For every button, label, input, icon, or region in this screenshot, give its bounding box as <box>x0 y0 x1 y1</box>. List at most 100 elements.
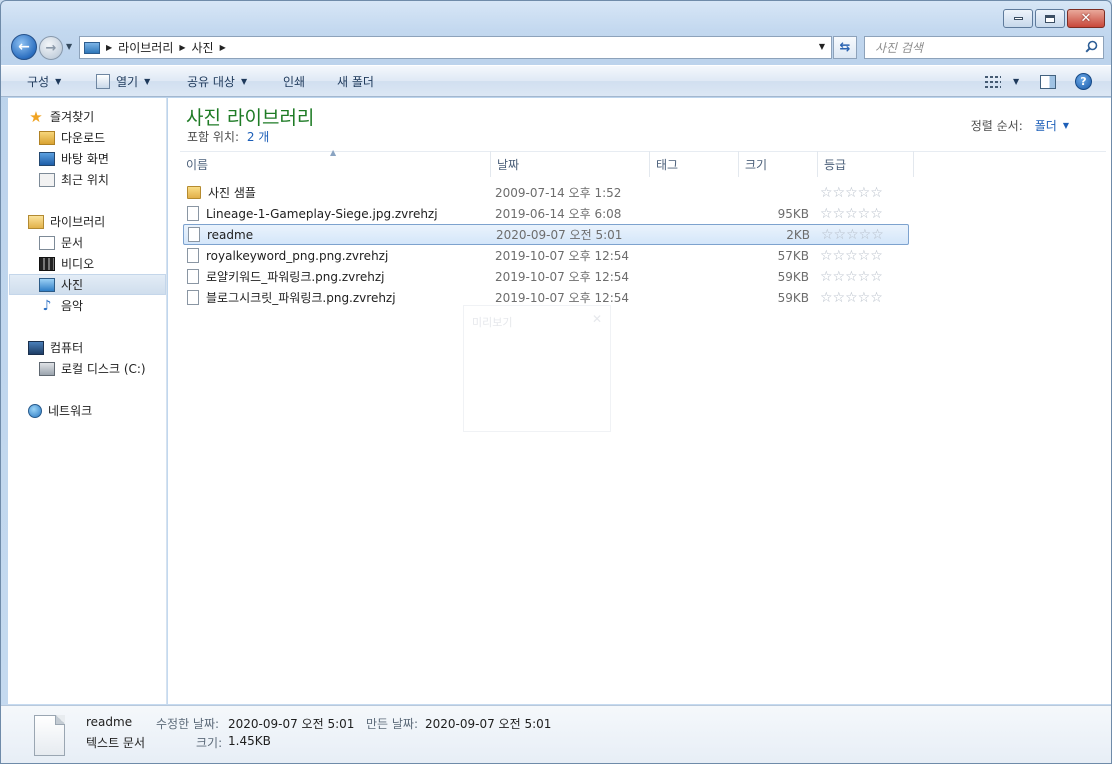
details-created-value: 2020-09-07 오전 5:01 <box>425 717 552 731</box>
close-button[interactable]: ✕ <box>1067 9 1105 28</box>
help-button[interactable]: ? <box>1075 66 1092 97</box>
preview-pane-button[interactable] <box>1040 66 1056 97</box>
file-date: 2020-09-07 오전 5:01 <box>496 228 623 242</box>
chevron-down-icon: ▼ <box>240 77 248 86</box>
nav-videos-label: 비디오 <box>61 257 95 271</box>
help-icon: ? <box>1075 73 1092 90</box>
address-bar[interactable]: ▶ 라이브러리 ▶ 사진 ▶ ▼ <box>79 36 832 59</box>
nav-videos[interactable]: 비디오 <box>39 253 166 274</box>
column-header-size[interactable]: 크기 <box>739 151 817 177</box>
file-row[interactable]: royalkeyword_png.png.zvrehzj 2019-10-07 … <box>183 245 909 266</box>
nav-pictures[interactable]: 사진 <box>9 274 166 295</box>
network-icon <box>28 403 42 418</box>
file-row[interactable]: 로얄키워드_파워링크.png.zvrehzj 2019-10-07 오후 12:… <box>183 266 909 287</box>
share-label: 공유 대상 <box>187 75 235 89</box>
recent-pages-dropdown[interactable]: ▼ <box>66 42 72 51</box>
organize-button[interactable]: 구성 ▼ <box>27 66 61 97</box>
library-includes: 포함 위치: 2 개 <box>187 128 269 145</box>
search-input[interactable] <box>875 40 1075 55</box>
computer-icon <box>28 340 44 355</box>
refresh-button[interactable]: ⇆ <box>833 36 857 59</box>
file-name-cell: 사진 샘플 <box>187 182 256 203</box>
open-icon <box>96 74 110 89</box>
rating-stars[interactable]: ☆☆☆☆☆ <box>820 287 883 308</box>
nav-computer[interactable]: 컴퓨터 <box>28 337 166 358</box>
faded-popup: 미리보기 ✕ <box>463 305 611 432</box>
share-button[interactable]: 공유 대상 ▼ <box>187 66 247 97</box>
column-header-tags[interactable]: 태그 <box>650 151 738 177</box>
nav-libraries[interactable]: 라이브러리 <box>28 211 166 232</box>
open-label: 열기 <box>116 75 139 89</box>
chevron-down-icon: ▼ <box>1062 121 1069 130</box>
file-row[interactable]: 사진 샘플 2009-07-14 오후 1:52 ☆☆☆☆☆ <box>183 182 909 203</box>
file-date: 2019-10-07 오후 12:54 <box>495 249 630 263</box>
forward-button[interactable]: → <box>39 36 63 60</box>
star-outline-icon: ☆☆☆☆☆ <box>821 226 884 243</box>
column-divider[interactable] <box>913 151 914 177</box>
nav-documents[interactable]: 문서 <box>39 232 166 253</box>
command-bar: 구성 ▼ 열기 ▼ 공유 대상 ▼ 인쇄 새 폴더 ▼ ? <box>1 65 1111 97</box>
rating-stars[interactable]: ☆☆☆☆☆ <box>820 245 883 266</box>
nav-recent[interactable]: 최근 위치 <box>39 169 166 190</box>
search-box[interactable] <box>864 36 1104 59</box>
nav-favorites[interactable]: ★ 즐겨찾기 <box>28 106 166 127</box>
text-file-icon <box>34 715 65 756</box>
file-row-selected[interactable]: readme 2020-09-07 오전 5:01 2KB ☆☆☆☆☆ <box>183 224 909 245</box>
nav-music[interactable]: ♪ 음악 <box>39 295 166 316</box>
nav-desktop-label: 바탕 화면 <box>61 152 109 166</box>
details-size-label: 크기: <box>196 736 223 750</box>
rating-stars[interactable]: ☆☆☆☆☆ <box>820 266 883 287</box>
rating-stars[interactable]: ☆☆☆☆☆ <box>820 182 883 203</box>
minimize-button[interactable] <box>1003 9 1033 28</box>
column-tag-label: 태그 <box>656 157 679 172</box>
nav-local-disk[interactable]: 로컬 디스크 (C:) <box>39 358 166 379</box>
new-folder-label: 새 폴더 <box>337 75 374 89</box>
chevron-down-icon: ▼ <box>55 77 62 86</box>
details-created-label: 만든 날짜: <box>366 717 419 731</box>
maximize-button[interactable] <box>1035 9 1065 28</box>
nav-local-disk-label: 로컬 디스크 (C:) <box>61 362 146 376</box>
rating-stars[interactable]: ☆☆☆☆☆ <box>821 225 884 244</box>
nav-favorites-label: 즐겨찾기 <box>50 110 95 124</box>
file-date: 2009-07-14 오후 1:52 <box>495 186 622 200</box>
chevron-right-icon[interactable]: ▶ <box>220 43 226 52</box>
breadcrumb-libraries[interactable]: 라이브러리 <box>118 39 173 56</box>
nav-pictures-label: 사진 <box>61 278 84 292</box>
view-options-button[interactable]: ▼ <box>985 66 1019 97</box>
file-icon <box>187 290 199 305</box>
file-name: 블로그시크릿_파워링크.png.zvrehzj <box>206 291 396 305</box>
file-size: 59KB <box>777 290 809 305</box>
file-name-cell: readme <box>188 225 253 244</box>
back-arrow-icon: ← <box>18 39 30 55</box>
open-button[interactable]: 열기 ▼ <box>96 66 150 97</box>
file-name-cell: 로얄키워드_파워링크.png.zvrehzj <box>187 266 385 287</box>
column-size-label: 크기 <box>745 157 768 172</box>
nav-downloads[interactable]: 다운로드 <box>39 127 166 148</box>
arrange-by-dropdown[interactable]: 폴더 ▼ <box>1035 117 1069 134</box>
breadcrumb-pictures[interactable]: 사진 <box>192 39 214 56</box>
nav-network-label: 네트워크 <box>48 404 93 418</box>
faded-popup-title: 미리보기 <box>472 316 513 329</box>
print-button[interactable]: 인쇄 <box>283 66 305 97</box>
includes-locations-link[interactable]: 2 개 <box>247 130 270 144</box>
column-header-name[interactable]: 이름 <box>180 151 490 177</box>
nav-documents-label: 문서 <box>61 236 84 250</box>
file-date: 2019-06-14 오후 6:08 <box>495 207 622 221</box>
address-dropdown-icon[interactable]: ▼ <box>819 42 825 51</box>
organize-label: 구성 <box>27 75 50 89</box>
details-modified-label: 수정한 날짜: <box>156 717 220 731</box>
file-size: 59KB <box>777 269 809 284</box>
nav-desktop[interactable]: 바탕 화면 <box>39 148 166 169</box>
drive-icon <box>39 361 55 376</box>
chevron-right-icon[interactable]: ▶ <box>179 43 185 52</box>
nav-network[interactable]: 네트워크 <box>28 400 166 421</box>
new-folder-button[interactable]: 새 폴더 <box>337 66 374 97</box>
rating-stars[interactable]: ☆☆☆☆☆ <box>820 203 883 224</box>
file-row[interactable]: Lineage-1-Gameplay-Siege.jpg.zvrehzj 201… <box>183 203 909 224</box>
column-header-date[interactable]: 날짜 <box>491 151 649 177</box>
search-icon[interactable] <box>1085 40 1098 53</box>
chevron-right-icon[interactable]: ▶ <box>106 43 112 52</box>
nav-music-label: 음악 <box>61 299 84 313</box>
back-button[interactable]: ← <box>11 34 37 60</box>
column-header-rating[interactable]: 등급 <box>818 151 913 177</box>
